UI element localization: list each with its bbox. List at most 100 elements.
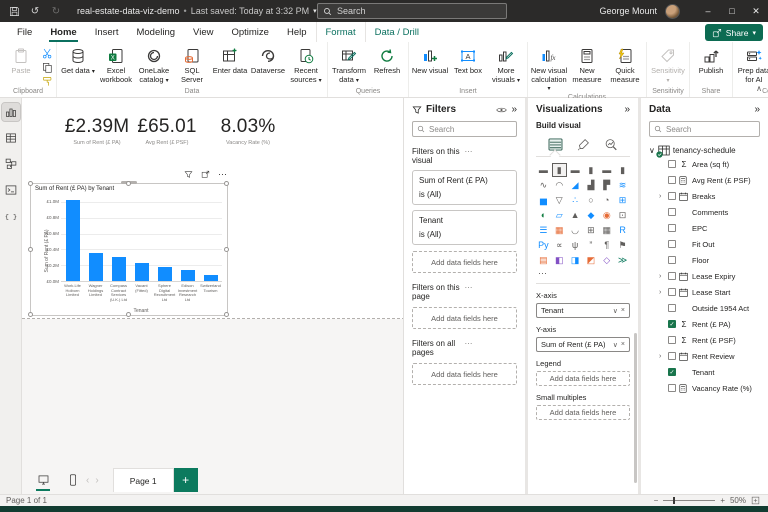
resize-handle[interactable] (126, 312, 131, 317)
field-row[interactable]: ›Rent Review (649, 348, 760, 364)
ribbon-tab-view[interactable]: View (184, 22, 222, 42)
get-data-button[interactable]: Get data ▾ (59, 44, 97, 76)
redo-icon[interactable]: ↻ (49, 4, 63, 18)
resize-handle[interactable] (126, 181, 131, 186)
chevron-collapsed-icon[interactable]: › (659, 193, 665, 200)
eye-icon[interactable] (496, 106, 507, 114)
ribbon-tab-help[interactable]: Help (278, 22, 316, 42)
format-painter-icon[interactable] (40, 75, 54, 87)
ribbon-tab-file[interactable]: File (8, 22, 41, 42)
new-measure-button[interactable]: New measure (568, 44, 606, 84)
stacked-column-chart-icon[interactable]: ▮ (552, 163, 567, 177)
ribbon-chart-icon[interactable]: ≋ (615, 178, 630, 192)
add-data-fields-dropzone[interactable]: Add data fields here (412, 363, 517, 385)
report-canvas[interactable]: £2.39MSum of Rent (£ PA)£65.01Avg Rent (… (22, 98, 425, 494)
zoom-slider-thumb[interactable] (673, 497, 675, 504)
resize-handle[interactable] (224, 312, 229, 317)
more-options-icon[interactable]: ⋯ (465, 283, 518, 301)
sensitivity-button[interactable]: Sensitivity ▾ (649, 44, 687, 85)
card-icon[interactable]: ⊡ (615, 208, 630, 222)
filter-card[interactable]: Tenantis (All) (412, 210, 517, 245)
chart-bar[interactable] (135, 263, 149, 281)
kpi-card[interactable]: 8.03%Vacancy Rate (%) (221, 116, 276, 146)
field-checkbox[interactable] (668, 384, 676, 392)
desktop-layout-icon[interactable] (34, 471, 52, 489)
collapse-ribbon-icon[interactable]: ∧ (756, 84, 762, 93)
collapse-filters-icon[interactable]: » (511, 104, 517, 115)
area-chart-icon[interactable]: ◠ (552, 178, 567, 192)
zoom-in-icon[interactable]: + (720, 496, 725, 505)
map-icon[interactable]: ◐ (536, 208, 551, 222)
clustered-bar-chart-icon[interactable]: ▬ (568, 163, 583, 177)
decomposition-tree-icon[interactable]: ψ (568, 238, 583, 252)
line-chart-icon[interactable]: ∿ (536, 178, 551, 192)
multi-row-card-icon[interactable]: ☰ (536, 223, 551, 237)
analytics-tab[interactable] (600, 134, 622, 154)
paginated-report-icon[interactable]: ▤ (536, 253, 551, 267)
kpi-icon[interactable]: ▦ (552, 223, 567, 237)
stacked-bar-chart-icon[interactable]: ▬ (536, 163, 551, 177)
scatter-chart-icon[interactable]: ∴ (568, 193, 583, 207)
gauge-icon[interactable]: ◡ (568, 223, 583, 237)
refresh-button[interactable]: Refresh (368, 44, 406, 76)
field-row[interactable]: Avg Rent (£ PSF) (649, 172, 760, 188)
format-visual-tab[interactable] (572, 134, 594, 154)
get-more-visuals-icon[interactable]: ≫ (615, 253, 630, 267)
treemap-icon[interactable]: ⊞ (615, 193, 630, 207)
new-visual-calculation-button[interactable]: fxNew visual calculation ▾ (530, 44, 568, 93)
chevron-collapsed-icon[interactable]: › (659, 353, 665, 360)
chevron-collapsed-icon[interactable]: › (659, 273, 665, 280)
build-visual-tab[interactable] (544, 134, 566, 154)
power-apps-icon[interactable]: ◧ (552, 253, 567, 267)
paste-button[interactable]: Paste (2, 44, 40, 76)
report-page[interactable]: £2.39MSum of Rent (£ PA)£65.01Avg Rent (… (22, 98, 425, 319)
ribbon-tab-home[interactable]: Home (41, 22, 85, 42)
onelake-catalog-button[interactable]: OneLake catalog ▾ (135, 44, 173, 85)
field-checkbox[interactable] (668, 160, 676, 168)
custom-visual-icon[interactable]: ◇ (599, 253, 614, 267)
sql-server-button[interactable]: SQL Server (173, 44, 211, 84)
filled-map-icon[interactable]: ▱ (552, 208, 567, 222)
share-button[interactable]: Share ▾ (705, 24, 763, 41)
field-row[interactable]: Vacancy Rate (%) (649, 380, 760, 396)
next-page-icon[interactable]: › (95, 475, 98, 486)
field-checkbox[interactable] (668, 336, 676, 344)
field-checkbox[interactable]: ✓ (668, 368, 676, 376)
field-checkbox[interactable] (668, 240, 676, 248)
field-row[interactable]: EPC (649, 220, 760, 236)
add-data-fields-dropzone[interactable]: Add data fields here (412, 251, 517, 273)
save-icon[interactable] (7, 4, 21, 18)
field-checkbox[interactable] (668, 208, 676, 216)
chart-bar[interactable] (112, 257, 126, 281)
excel-workbook-button[interactable]: XExcel workbook (97, 44, 135, 84)
filter-funnel-icon[interactable] (184, 170, 193, 179)
resize-handle[interactable] (28, 181, 33, 186)
matrix-icon[interactable]: ▦ (599, 223, 614, 237)
page-tab[interactable]: Page 1 (113, 468, 174, 492)
field-row[interactable]: ›Breaks (649, 188, 760, 204)
publish-button[interactable]: Publish (692, 44, 730, 76)
table-node[interactable]: ∨ tenancy-schedule (649, 145, 760, 156)
chevron-collapsed-icon[interactable]: › (659, 289, 665, 296)
chart-bar[interactable] (181, 270, 195, 281)
chevron-down-icon[interactable]: ∨ (613, 307, 618, 315)
field-checkbox[interactable] (668, 304, 676, 312)
metrics-icon[interactable]: ⚑ (615, 238, 630, 252)
collapse-visualizations-icon[interactable]: » (624, 104, 630, 115)
chart-bar[interactable] (158, 267, 172, 281)
copy-icon[interactable] (40, 61, 54, 73)
field-pill[interactable]: Sum of Rent (£ PA)∨× (536, 337, 630, 352)
clustered-column-chart-icon[interactable]: ▮ (583, 163, 598, 177)
field-pill[interactable]: Tenant∨× (536, 303, 630, 318)
report-view-button[interactable] (2, 103, 20, 121)
field-checkbox[interactable] (668, 224, 676, 232)
bar-chart-visual[interactable]: ⋯ Sum of Rent (£ PA) by Tenant Sum of Re… (30, 183, 228, 316)
add-page-button[interactable]: + (174, 468, 198, 492)
100-stacked-column-chart-icon[interactable]: ▮ (615, 163, 630, 177)
more-visuals-button[interactable]: More visuals ▾ (487, 44, 525, 85)
visualizations-scrollbar[interactable] (634, 333, 637, 483)
text-box-button[interactable]: AText box (449, 44, 487, 76)
quick-measure-button[interactable]: Quick measure (606, 44, 644, 84)
add-data-fields-dropzone[interactable]: Add data fields here (536, 405, 630, 420)
kpi-card[interactable]: £65.01Avg Rent (£ PSF) (137, 116, 196, 146)
